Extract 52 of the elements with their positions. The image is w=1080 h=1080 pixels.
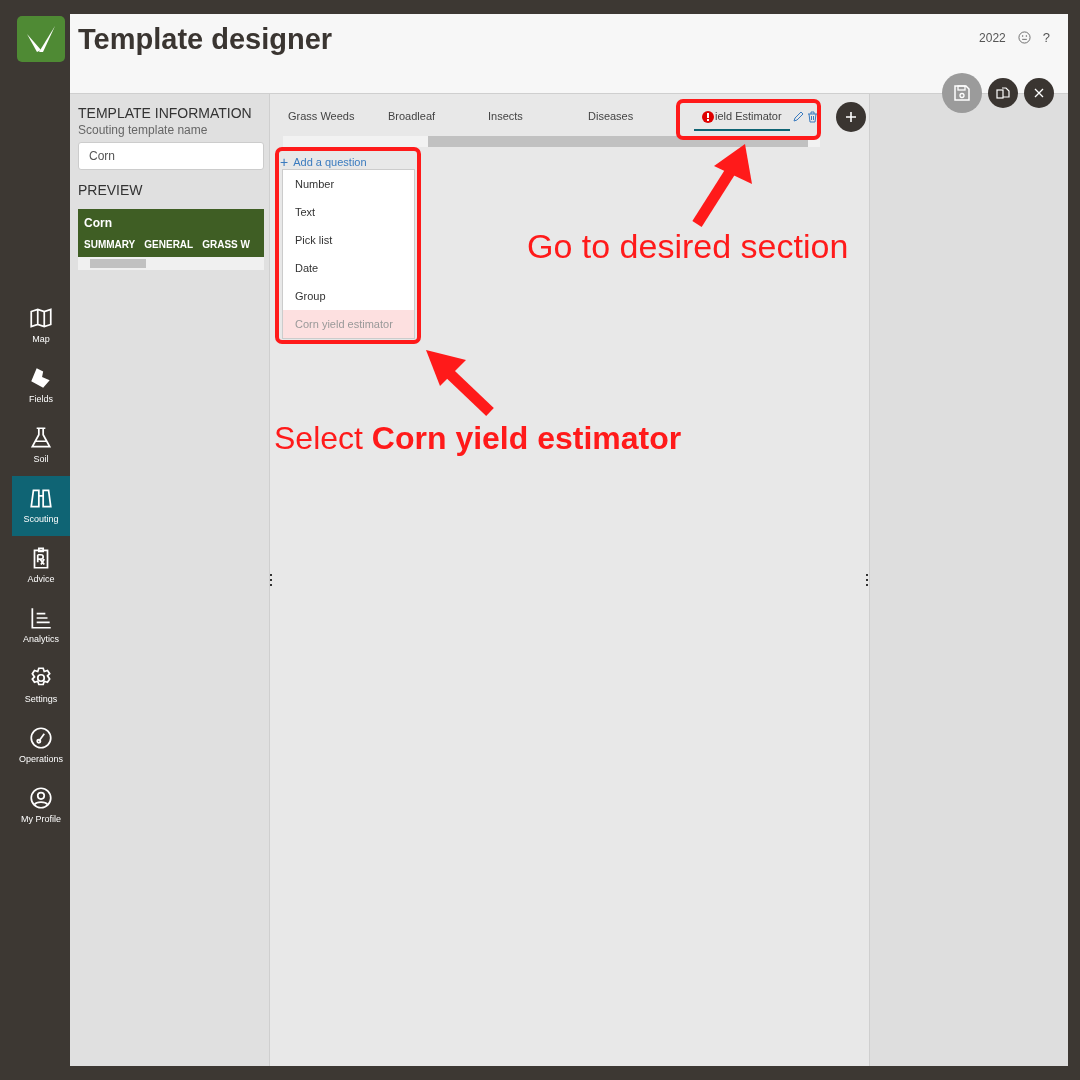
annotation-text: Select Corn yield estimator: [274, 419, 682, 458]
add-tab-button[interactable]: [835, 102, 866, 132]
add-question-link[interactable]: + Add a question: [280, 155, 367, 169]
menu-item[interactable]: Pick list: [283, 226, 414, 254]
help-icon[interactable]: ?: [1042, 28, 1050, 48]
scrollbar[interactable]: [283, 136, 820, 147]
field-label: Scouting template name: [78, 122, 209, 138]
section-tab[interactable]: Broadleaf: [380, 103, 480, 131]
preview-section-label: SUMMARY: [84, 238, 136, 252]
nav-item[interactable]: Settings: [12, 656, 70, 716]
preview-title: Corn: [83, 215, 113, 232]
menu-item[interactable]: Text: [283, 198, 414, 226]
nav-item[interactable]: Advice: [12, 536, 70, 596]
resize-handle[interactable]: [270, 574, 273, 586]
bar-chart-icon: [28, 605, 54, 632]
nav-item[interactable]: Operations: [12, 716, 70, 776]
annotation-text: Go to desired section: [527, 226, 849, 266]
year-label: 2022: [979, 29, 1006, 47]
section-heading: TEMPLATE INFORMATION: [78, 104, 253, 122]
copy-icon: [996, 86, 1010, 100]
save-button[interactable]: [942, 73, 982, 113]
nav-item[interactable]: Analytics: [12, 596, 70, 656]
plus-icon: [844, 111, 857, 123]
nav-item[interactable]: Soil: [12, 416, 70, 476]
preview-section-label: GRASS W: [202, 238, 250, 252]
gauge-icon: [28, 725, 54, 752]
section-tab[interactable]: Insects: [480, 103, 580, 131]
edit-icon[interactable]: [791, 111, 804, 123]
section-tab[interactable]: Grass Weeds: [280, 103, 380, 131]
section-tab[interactable]: ield Estimator: [694, 103, 790, 131]
nav-item[interactable]: Fields: [12, 356, 70, 416]
section-tab[interactable]: Diseases: [580, 103, 680, 131]
copy-button[interactable]: [988, 78, 1018, 108]
nav-item[interactable]: Scouting: [12, 476, 70, 536]
app-logo: [17, 16, 65, 62]
scrollbar[interactable]: [78, 257, 264, 270]
menu-item[interactable]: Group: [283, 282, 414, 310]
trash-icon[interactable]: [806, 111, 818, 123]
resize-handle[interactable]: [866, 574, 869, 586]
template-name-field[interactable]: Corn: [78, 142, 264, 170]
menu-item[interactable]: Date: [283, 254, 414, 282]
section-heading: PREVIEW: [78, 181, 144, 200]
smiley-icon[interactable]: [1017, 31, 1031, 45]
close-icon: [1034, 88, 1044, 98]
arrow: [426, 350, 494, 416]
nav-item[interactable]: Map: [12, 296, 70, 356]
close-button[interactable]: [1024, 78, 1054, 108]
nav-item[interactable]: My Profile: [12, 776, 70, 836]
menu-item[interactable]: Number: [283, 170, 414, 198]
profile-icon: [28, 785, 54, 812]
page-title: Template designer: [78, 22, 333, 57]
preview-section-label: GENERAL: [144, 238, 194, 252]
